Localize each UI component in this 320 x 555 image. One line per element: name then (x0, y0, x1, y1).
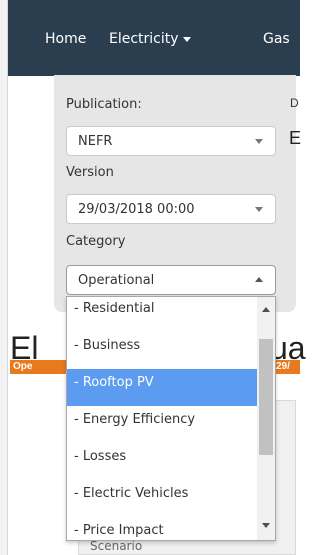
chevron-up-icon (255, 277, 263, 282)
nav-electricity-label: Electricity (109, 31, 179, 47)
publication-label: Publication: (66, 97, 142, 112)
option-business[interactable]: - Business (67, 332, 258, 369)
scroll-up-icon[interactable] (262, 307, 270, 312)
status-badge: Ope (10, 360, 68, 374)
category-value: Operational (78, 273, 155, 288)
dropdown-options: - Residential - Business - Rooftop PV - … (67, 297, 258, 540)
category-dropdown-list[interactable]: - Residential - Business - Rooftop PV - … (66, 296, 276, 541)
version-label: Version (66, 165, 114, 180)
option-losses[interactable]: - Losses (67, 443, 258, 480)
publication-value: NEFR (78, 134, 113, 149)
side-label-truncated: D (290, 96, 299, 110)
option-rooftop-pv[interactable]: - Rooftop PV (67, 369, 258, 406)
chevron-down-icon (255, 139, 263, 144)
browser-frame-edge (0, 0, 8, 555)
publication-select[interactable]: NEFR (66, 126, 276, 156)
caret-down-icon (182, 36, 191, 42)
dropdown-scrollbar[interactable] (257, 297, 275, 540)
category-select[interactable]: Operational (66, 265, 276, 295)
nav-home-link[interactable]: Home (45, 31, 86, 47)
option-electric-vehicles[interactable]: - Electric Vehicles (67, 480, 258, 517)
nav-electricity-menu[interactable]: Electricity (109, 31, 191, 47)
option-residential[interactable]: - Residential (67, 297, 258, 332)
category-label: Category (66, 234, 126, 249)
scrollbar-thumb[interactable] (259, 339, 273, 455)
chevron-down-icon (255, 207, 263, 212)
option-energy-efficiency[interactable]: - Energy Efficiency (67, 406, 258, 443)
scroll-down-icon[interactable] (262, 523, 270, 528)
nav-gas-link[interactable]: Gas (263, 31, 290, 47)
version-select[interactable]: 29/03/2018 00:00 (66, 194, 276, 224)
date-badge: 29/ (274, 360, 300, 374)
side-value-truncated: E (289, 128, 302, 148)
version-value: 29/03/2018 00:00 (78, 202, 195, 217)
scenario-label: Scenario (90, 539, 143, 553)
option-price-impact[interactable]: - Price Impact (67, 517, 258, 540)
